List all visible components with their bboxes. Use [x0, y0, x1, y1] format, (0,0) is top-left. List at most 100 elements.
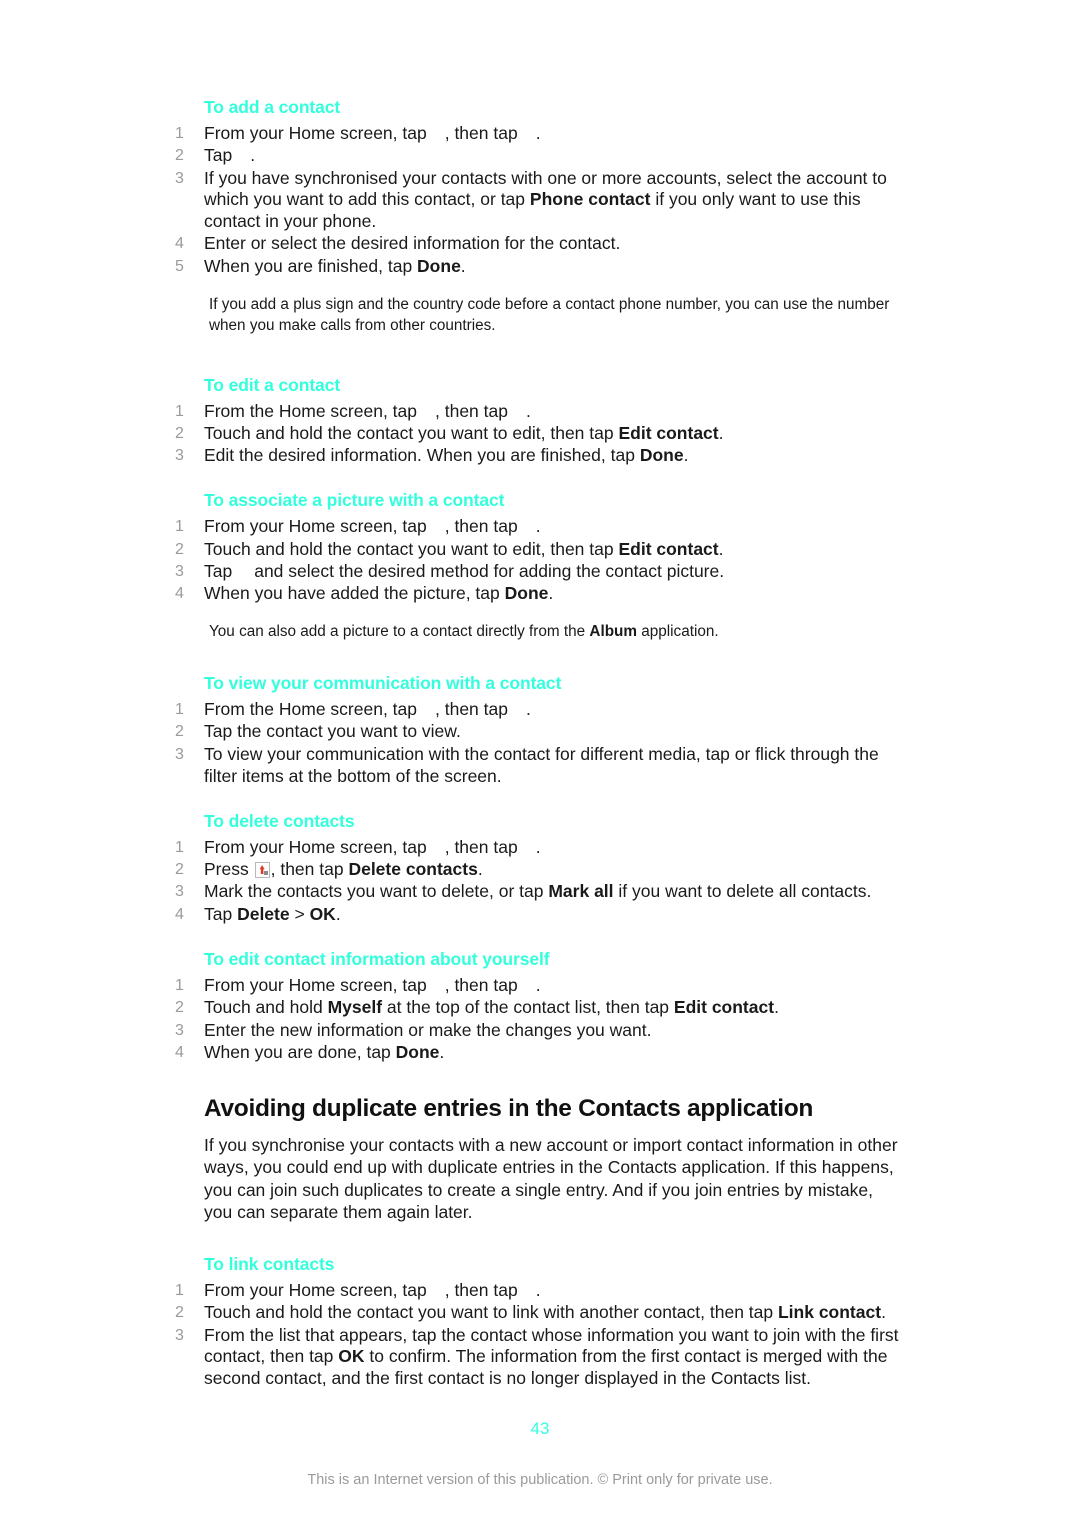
step-text: When you have added the picture, tap Don… — [204, 583, 554, 604]
step-text: Touch and hold the contact you want to e… — [204, 422, 724, 443]
step-number: 3 — [175, 1021, 184, 1039]
step-text: To view your communication with the cont… — [204, 743, 879, 786]
step-number: 1 — [175, 125, 184, 142]
list-item: 1 From the Home screen, tap, then tap. — [175, 699, 900, 721]
step-text: Touch and hold the contact you want to l… — [204, 1302, 886, 1323]
step-text: From the Home screen, tap, then tap. — [204, 400, 531, 421]
steps-to-add-a-contact: 1 From your Home screen, tap, then tap. … — [175, 123, 900, 278]
step-text: Tap Delete > OK. — [204, 903, 341, 924]
step-number: 4 — [175, 1043, 184, 1061]
step-text: When you are done, tap Done. — [204, 1041, 445, 1062]
step-text: Mark the contacts you want to delete, or… — [204, 881, 872, 902]
list-item: 1 From your Home screen, tap, then tap. — [175, 516, 900, 538]
step-number: 3 — [175, 1326, 184, 1344]
heading-to-associate-a-picture-with-a-contact: To associate a picture with a contact — [204, 490, 505, 511]
step-text: From your Home screen, tap, then tap. — [204, 123, 541, 143]
step-text: Tap the contact you want to view. — [204, 721, 461, 742]
list-item: 4 Tap Delete > OK. — [175, 904, 900, 926]
note-add-contact: If you add a plus sign and the country c… — [209, 295, 890, 334]
step-text: From your Home screen, tap, then tap. — [204, 516, 541, 537]
list-item: 3 Mark the contacts you want to delete, … — [175, 881, 900, 903]
step-number: 1 — [175, 977, 184, 995]
step-number: 3 — [175, 883, 184, 901]
note-associate-picture: You can also add a picture to a contact … — [209, 623, 719, 641]
steps-to-edit-a-contact: 1 From the Home screen, tap, then tap. 2… — [175, 401, 900, 467]
step-number: 3 — [175, 169, 184, 187]
steps-to-link-contacts: 1 From your Home screen, tap, then tap. … — [175, 1280, 900, 1390]
list-item: 1 From your Home screen, tap, then tap. — [175, 1280, 900, 1302]
step-text: Tap. — [204, 145, 256, 166]
steps-to-edit-own-contact-info: 1 From your Home screen, tap, then tap. … — [175, 975, 900, 1064]
step-number: 2 — [175, 1304, 184, 1322]
step-number: 5 — [175, 257, 184, 275]
menu-key-icon — [254, 862, 270, 879]
list-item: 2 Tap. — [175, 145, 900, 167]
step-text: If you have synchronised your contacts w… — [204, 167, 887, 232]
list-item: 1 From your Home screen, tap, then tap. — [175, 837, 900, 859]
list-item: 4 Enter or select the desired informatio… — [175, 233, 900, 255]
list-item: 2 Touch and hold Myself at the top of th… — [175, 997, 900, 1019]
list-item: 4 When you are done, tap Done. — [175, 1042, 900, 1064]
body-paragraph-avoiding-duplicates: If you synchronise your contacts with a … — [204, 1135, 898, 1222]
list-item: 3 To view your communication with the co… — [175, 744, 900, 788]
step-number: 1 — [175, 701, 184, 719]
list-item: 3 If you have synchronised your contacts… — [175, 168, 900, 233]
list-item: 1 From the Home screen, tap, then tap. — [175, 401, 900, 423]
step-text: From the Home screen, tap, then tap. — [204, 699, 531, 720]
document-page: To add a contact 1 From your Home screen… — [0, 0, 1080, 1527]
list-item: 2 Tap the contact you want to view. — [175, 721, 900, 743]
step-number: 2 — [175, 861, 184, 879]
step-number: 1 — [175, 1282, 184, 1300]
step-number: 3 — [175, 447, 184, 465]
step-text: From the list that appears, tap the cont… — [204, 1324, 899, 1389]
steps-to-view-communication: 1 From the Home screen, tap, then tap. 2… — [175, 699, 900, 787]
step-number: 4 — [175, 235, 184, 253]
step-number: 1 — [175, 402, 184, 420]
step-number: 2 — [175, 999, 184, 1017]
list-item: 3 Enter the new information or make the … — [175, 1020, 900, 1042]
heading-to-add-a-contact: To add a contact — [204, 97, 341, 117]
list-item: 2 Touch and hold the contact you want to… — [175, 1302, 900, 1324]
step-number: 3 — [175, 563, 184, 581]
step-number: 4 — [175, 905, 184, 923]
step-number: 2 — [175, 723, 184, 741]
list-item: 1 From your Home screen, tap, then tap. — [175, 975, 900, 997]
step-number: 2 — [175, 540, 184, 558]
step-text: Enter or select the desired information … — [204, 233, 621, 254]
step-text: Tap and select the desired method for add… — [204, 561, 725, 582]
heading-to-delete-contacts: To delete contacts — [204, 810, 355, 831]
step-text: Touch and hold the contact you want to e… — [204, 538, 724, 559]
step-text: Touch and hold Myself at the top of the … — [204, 997, 779, 1018]
page-number: 43 — [530, 1419, 550, 1438]
step-number: 3 — [175, 745, 184, 763]
step-text: From your Home screen, tap, then tap. — [204, 975, 541, 996]
steps-to-associate-a-picture: 1 From your Home screen, tap, then tap. … — [175, 516, 900, 605]
list-item: 2 Touch and hold the contact you want to… — [175, 423, 900, 445]
list-item: 4 When you have added the picture, tap D… — [175, 583, 900, 605]
step-text: Edit the desired information. When you a… — [204, 445, 689, 466]
list-item: 2 Press , then tap Delete contacts. — [175, 859, 900, 881]
list-item: 2 Touch and hold the contact you want to… — [175, 539, 900, 561]
list-item: 3 Tap and select the desired method for a… — [175, 561, 900, 583]
step-text: From your Home screen, tap, then tap. — [204, 836, 541, 857]
step-text: From your Home screen, tap, then tap. — [204, 1280, 541, 1301]
step-text: When you are finished, tap Done. — [204, 255, 466, 276]
heading-to-view-communication: To view your communication with a contac… — [204, 673, 562, 694]
step-number: 2 — [175, 147, 184, 165]
list-item: 1 From your Home screen, tap, then tap. — [175, 123, 900, 145]
step-number: 1 — [175, 518, 184, 536]
list-item: 3 From the list that appears, tap the co… — [175, 1325, 900, 1390]
heading-to-link-contacts: To link contacts — [204, 1254, 335, 1275]
step-text: Press , then tap Delete contacts. — [204, 859, 483, 880]
list-item: 3 Edit the desired information. When you… — [175, 445, 900, 467]
steps-to-delete-contacts: 1 From your Home screen, tap, then tap. … — [175, 837, 900, 926]
heading-to-edit-contact-info-about-yourself: To edit contact information about yourse… — [204, 949, 550, 970]
page-title-avoiding-duplicate-entries: Avoiding duplicate entries in the Contac… — [204, 1095, 814, 1123]
page-content: To add a contact 1 From your Home screen… — [175, 96, 900, 1391]
heading-to-edit-a-contact: To edit a contact — [204, 374, 341, 395]
step-number: 2 — [175, 424, 184, 442]
list-item: 5 When you are finished, tap Done. — [175, 256, 900, 278]
step-text: Enter the new information or make the ch… — [204, 1019, 652, 1040]
step-number: 4 — [175, 585, 184, 603]
step-number: 1 — [175, 838, 184, 856]
